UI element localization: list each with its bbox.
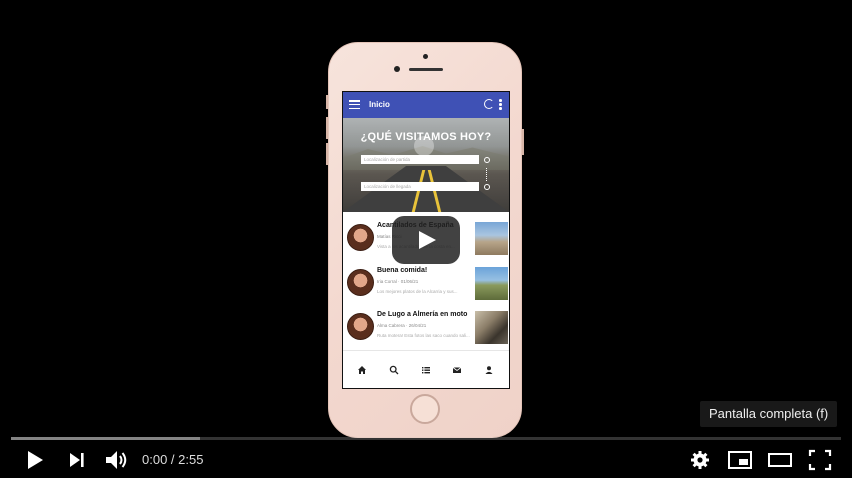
phone-speaker xyxy=(409,68,443,71)
post-thumbnail xyxy=(475,266,508,300)
next-button[interactable] xyxy=(64,447,90,473)
origin-input[interactable]: Localización de partida xyxy=(361,155,479,164)
time-separator: / xyxy=(167,452,179,467)
list-icon[interactable] xyxy=(421,365,431,375)
phone-power-button xyxy=(522,129,524,155)
loading-indicator xyxy=(414,136,434,156)
miniplayer-icon[interactable] xyxy=(727,447,753,473)
settings-icon[interactable] xyxy=(688,447,712,473)
volume-icon[interactable] xyxy=(103,447,131,473)
time-display: 0:00 / 2:55 xyxy=(142,452,203,467)
more-vert-icon[interactable] xyxy=(499,99,502,111)
home-icon[interactable] xyxy=(357,365,367,375)
search-icon[interactable] xyxy=(389,365,399,375)
route-dots xyxy=(486,168,488,181)
phone-volume-up xyxy=(326,117,328,139)
post-thumbnail xyxy=(475,311,508,344)
destination-input[interactable]: Localización de llegada xyxy=(361,182,479,191)
current-time: 0:00 xyxy=(142,452,168,467)
post-thumbnail xyxy=(475,222,508,255)
fullscreen-icon[interactable] xyxy=(807,447,833,473)
play-button[interactable] xyxy=(22,447,48,473)
hero-banner: ¿QUÉ VISITAMOS HOY? Localización de part… xyxy=(343,118,509,212)
progress-loaded xyxy=(11,437,201,440)
phone-camera xyxy=(394,66,400,72)
phone-volume-down xyxy=(326,143,328,165)
search-icon[interactable] xyxy=(484,184,490,190)
menu-icon[interactable] xyxy=(349,100,360,110)
bottom-nav xyxy=(343,350,509,388)
phone-sensor xyxy=(423,54,428,59)
post-description: Los mejores platos de la Alcarria y sus.… xyxy=(377,288,458,294)
avatar xyxy=(347,224,374,251)
large-play-button[interactable] xyxy=(392,216,460,264)
search-icon[interactable] xyxy=(484,157,490,163)
post-meta: Alma Cabrera · 26/04/21 xyxy=(377,323,427,328)
duration: 2:55 xyxy=(178,452,204,467)
list-item[interactable]: De Lugo a Almería en moto Alma Cabrera ·… xyxy=(343,301,509,346)
progress-bar[interactable] xyxy=(11,437,841,440)
avatar xyxy=(347,313,374,340)
app-title: Inicio xyxy=(369,100,390,109)
mail-icon[interactable] xyxy=(452,365,462,375)
app-bar: Inicio xyxy=(343,92,509,118)
phone-side-button xyxy=(326,95,328,109)
post-title: Buena comida! xyxy=(377,266,428,274)
phone-home-button xyxy=(410,394,440,424)
theater-mode-icon[interactable] xyxy=(767,447,793,473)
post-meta: Iria Corral · 01/06/21 xyxy=(377,278,419,284)
avatar xyxy=(347,268,374,296)
person-icon[interactable] xyxy=(484,365,494,375)
fullscreen-tooltip: Pantalla completa (f) xyxy=(700,401,838,427)
post-title: De Lugo a Almería en moto xyxy=(377,311,468,318)
post-description: Ruta motera! Esta fotos las saco cuando … xyxy=(377,333,470,338)
refresh-icon[interactable] xyxy=(484,99,494,109)
